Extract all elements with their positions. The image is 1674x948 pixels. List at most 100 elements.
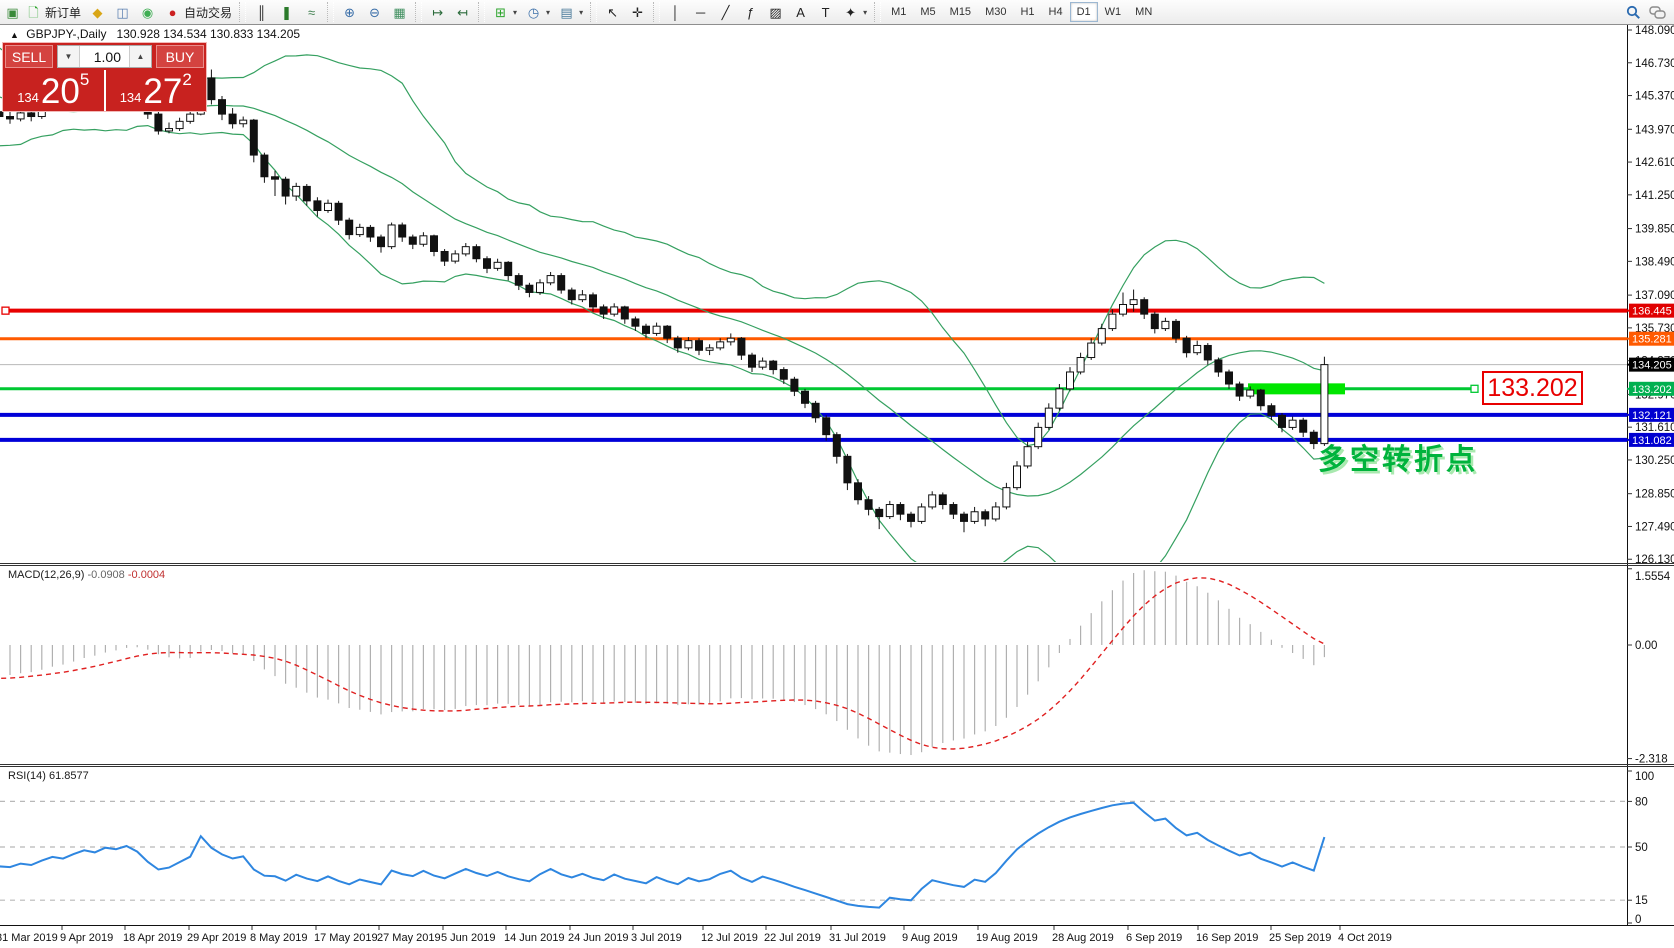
candle-body xyxy=(155,114,162,131)
date-tick: 16 Sep 2019 xyxy=(1196,932,1258,944)
date-tick: 6 Sep 2019 xyxy=(1126,932,1182,944)
macd-panel xyxy=(0,570,1324,755)
candle-body xyxy=(1194,345,1201,352)
candle-body xyxy=(229,114,236,124)
sell-button[interactable]: SELL xyxy=(5,45,53,68)
candle-body xyxy=(240,120,247,124)
volume-increase-button[interactable]: ▲ xyxy=(129,46,151,67)
candle-body xyxy=(961,514,968,521)
pivot-annotation-text: 多空转折点 xyxy=(1318,444,1478,476)
symbol-period-label: GBPJPY-,Daily xyxy=(26,27,106,41)
collapse-triangle-icon[interactable]: ▲ xyxy=(10,30,19,40)
ohlc-values: 130.928 134.534 130.833 134.205 xyxy=(117,27,301,41)
candle-body xyxy=(1151,314,1158,328)
pivot-annotation[interactable]: 多空转折点 xyxy=(1318,436,1478,478)
candle-body xyxy=(558,276,565,290)
candle-body xyxy=(950,505,957,515)
candle-body xyxy=(547,276,554,283)
candle-body xyxy=(1098,329,1105,343)
date-tick: 12 Jul 2019 xyxy=(701,932,758,944)
date-tick: 3 Jul 2019 xyxy=(631,932,682,944)
rsi-indicator-label: RSI(14) 61.8577 xyxy=(8,770,89,782)
candle-body xyxy=(791,379,798,391)
price-tick: 142.610 xyxy=(1635,157,1674,169)
candle-body xyxy=(1215,360,1222,372)
date-tick: 4 Oct 2019 xyxy=(1338,932,1392,944)
price-tick: 130.250 xyxy=(1635,455,1674,467)
date-tick: 17 May 2019 xyxy=(314,932,378,944)
candle-body xyxy=(399,225,406,237)
date-tick: 18 Apr 2019 xyxy=(123,932,182,944)
candle-body xyxy=(282,179,289,196)
candle-body xyxy=(939,495,946,505)
rsi-axis-tick: 100 xyxy=(1635,771,1654,783)
main-chart-panel xyxy=(0,35,1627,589)
price-tick: 126.130 xyxy=(1635,554,1674,566)
rsi-axis-tick: 50 xyxy=(1635,842,1648,854)
candle-body xyxy=(1236,384,1243,396)
volume-decrease-button[interactable]: ▼ xyxy=(58,46,80,67)
candle-body xyxy=(674,338,681,348)
macd-signal-value: -0.0004 xyxy=(128,569,165,581)
candle-body xyxy=(717,342,724,348)
date-tick: 29 Apr 2019 xyxy=(187,932,246,944)
candle-body xyxy=(1109,314,1116,328)
sell-price-prefix: 134 xyxy=(17,88,39,108)
price-tag-text: 131.082 xyxy=(1632,435,1672,447)
candle-body xyxy=(611,307,618,314)
candle-body xyxy=(706,348,713,350)
hline-handle[interactable] xyxy=(2,307,9,314)
candle-body xyxy=(1088,343,1095,357)
candle-body xyxy=(1077,358,1084,372)
candle-body xyxy=(441,251,448,261)
candle-body xyxy=(537,283,544,293)
buy-price[interactable]: 134 27 2 xyxy=(106,70,207,111)
date-tick: 9 Apr 2019 xyxy=(60,932,113,944)
price-tag-text: 132.121 xyxy=(1632,410,1672,422)
candle-body xyxy=(314,201,321,211)
candle-body xyxy=(367,227,374,237)
candle-body xyxy=(1014,466,1021,488)
candlestick-series xyxy=(0,70,1328,533)
candle-body xyxy=(727,338,734,342)
candle-body xyxy=(600,307,607,314)
buy-button[interactable]: BUY xyxy=(156,45,204,68)
sell-price[interactable]: 134 20 5 xyxy=(3,70,106,111)
date-tick: 27 May 2019 xyxy=(377,932,441,944)
price-callout-box[interactable]: 133.202 xyxy=(1482,371,1583,405)
candle-body xyxy=(325,203,332,210)
one-click-trading-panel: SELL ▼ 1.00 ▲ BUY 134 20 5 134 27 2 xyxy=(2,42,207,112)
date-tick: 5 Jun 2019 xyxy=(441,932,495,944)
candle-body xyxy=(738,338,745,355)
candle-body xyxy=(1268,406,1275,416)
candle-body xyxy=(388,225,395,247)
candle-body xyxy=(908,514,915,521)
price-tick: 146.730 xyxy=(1635,58,1674,70)
price-tick: 131.610 xyxy=(1635,422,1674,434)
price-axis[interactable]: 148.090146.730145.370143.970142.610141.2… xyxy=(1627,25,1674,926)
candle-body xyxy=(515,276,522,286)
candle-body xyxy=(568,290,575,300)
rsi-value: 61.8577 xyxy=(49,770,89,782)
candle-body xyxy=(971,512,978,522)
date-tick: 19 Aug 2019 xyxy=(976,932,1038,944)
volume-input[interactable]: 1.00 xyxy=(80,46,129,67)
candle-body xyxy=(1289,420,1296,427)
price-tick: 145.370 xyxy=(1635,91,1674,103)
price-tick: 138.490 xyxy=(1635,256,1674,268)
candle-body xyxy=(7,117,14,119)
date-axis[interactable]: 31 Mar 20199 Apr 201918 Apr 201929 Apr 2… xyxy=(0,926,1392,944)
candle-body xyxy=(1141,300,1148,314)
candle-body xyxy=(176,121,183,128)
candle-body xyxy=(982,512,989,519)
price-tick: 143.970 xyxy=(1635,124,1674,136)
candle-body xyxy=(992,507,999,519)
bollinger-lower xyxy=(0,65,1324,589)
price-tag-text: 136.445 xyxy=(1632,306,1672,318)
candle-body xyxy=(272,177,279,179)
candle-body xyxy=(929,495,936,507)
candle-body xyxy=(1321,365,1328,444)
macd-axis-tick: -2.318 xyxy=(1635,754,1668,766)
candle-body xyxy=(823,418,830,435)
hline-handle[interactable] xyxy=(1471,385,1478,392)
